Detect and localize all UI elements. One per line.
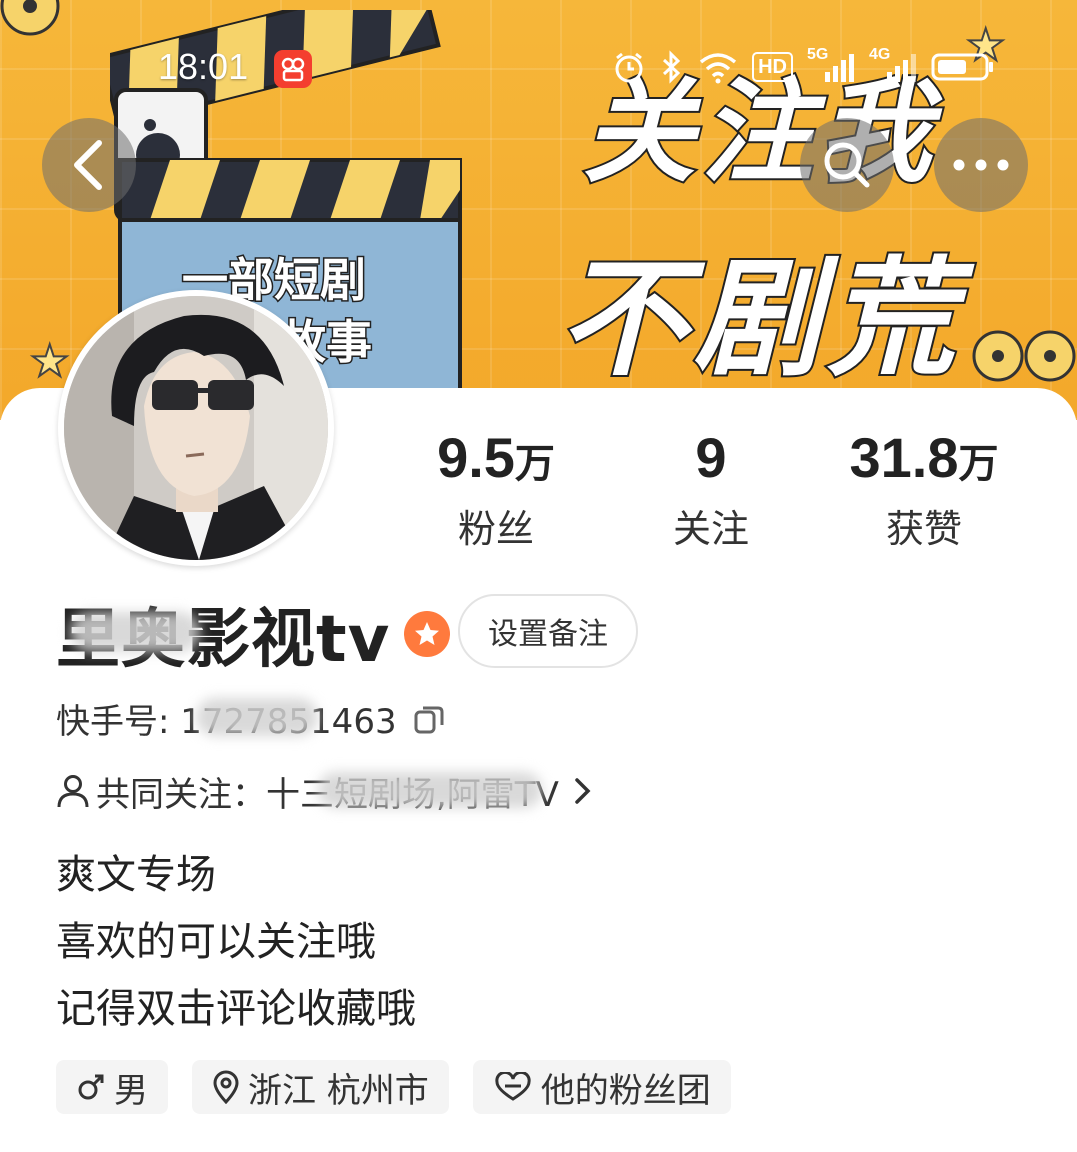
search-button[interactable] <box>800 118 894 212</box>
privacy-blur <box>70 612 200 652</box>
status-time: 18:01 <box>158 46 249 87</box>
stat-following-value: 9 <box>695 426 727 489</box>
banner-slogan-line2: 不剧荒 <box>557 243 961 396</box>
bio-line: 爽文专场 <box>56 852 216 898</box>
stat-followers[interactable]: 9.5万 粉丝 <box>386 428 606 553</box>
5g-signal-icon: 5G <box>807 46 855 84</box>
tag-gender: 男 <box>56 1060 168 1114</box>
location-icon <box>213 1070 239 1104</box>
wifi-icon <box>698 50 738 84</box>
set-remark-button[interactable]: 设置备注 <box>458 594 638 668</box>
copy-icon[interactable] <box>413 703 445 735</box>
profile-stats: 9.5万 粉丝 9 关注 31.8万 获赞 <box>386 428 1046 552</box>
alarm-icon <box>612 50 646 84</box>
kuaishou-app-icon <box>274 50 312 88</box>
bio-line: 喜欢的可以关注哦 <box>56 919 376 965</box>
tag-gender-label: 男 <box>114 1070 148 1111</box>
battery-icon <box>931 52 995 82</box>
privacy-blur <box>196 698 318 736</box>
stat-following[interactable]: 9 关注 <box>601 428 821 553</box>
bio-line: 记得双击评论收藏哦 <box>56 986 416 1032</box>
search-icon <box>824 142 870 188</box>
5g-label: 5G <box>807 46 829 63</box>
stat-following-label: 关注 <box>672 507 749 551</box>
bio: 爽文专场 喜欢的可以关注哦 记得双击评论收藏哦 <box>56 842 416 1043</box>
stat-likes[interactable]: 31.8万 获赞 <box>814 428 1034 553</box>
more-horizontal-icon <box>953 159 1009 171</box>
film-reel-decoration <box>972 330 1076 382</box>
stat-followers-label: 粉丝 <box>457 507 534 551</box>
verified-star-icon[interactable] <box>404 611 451 657</box>
status-bar: 18:01 HD 5G 4G <box>0 40 1077 100</box>
privacy-blur <box>318 772 542 808</box>
tag-fan-group-label: 他的粉丝团 <box>540 1070 711 1111</box>
chevron-left-icon <box>74 140 102 190</box>
avatar[interactable] <box>58 290 334 566</box>
star-decoration: ★ <box>29 335 70 388</box>
hd-icon: HD <box>752 52 793 82</box>
4g-signal-icon: 4G <box>869 46 917 84</box>
person-icon <box>57 775 89 808</box>
4g-label: 4G <box>869 46 891 63</box>
more-options-button[interactable] <box>934 118 1028 212</box>
profile-tags: 男 浙江 杭州市 他的粉丝团 <box>56 1060 731 1114</box>
film-reel-decoration <box>0 0 60 36</box>
avatar-illustration <box>64 296 328 560</box>
bluetooth-icon <box>660 50 684 84</box>
tag-location-label: 浙江 杭州市 <box>248 1070 429 1111</box>
heart-badge-icon <box>495 1072 531 1101</box>
back-button[interactable] <box>42 118 136 212</box>
stat-likes-label: 获赞 <box>885 507 962 551</box>
chevron-right-icon <box>575 778 591 804</box>
tag-location: 浙江 杭州市 <box>192 1060 449 1114</box>
stat-likes-value: 31.8万 <box>849 426 999 489</box>
tag-fan-group[interactable]: 他的粉丝团 <box>472 1060 731 1114</box>
male-icon <box>78 1074 104 1100</box>
stat-followers-value: 9.5万 <box>437 426 555 489</box>
